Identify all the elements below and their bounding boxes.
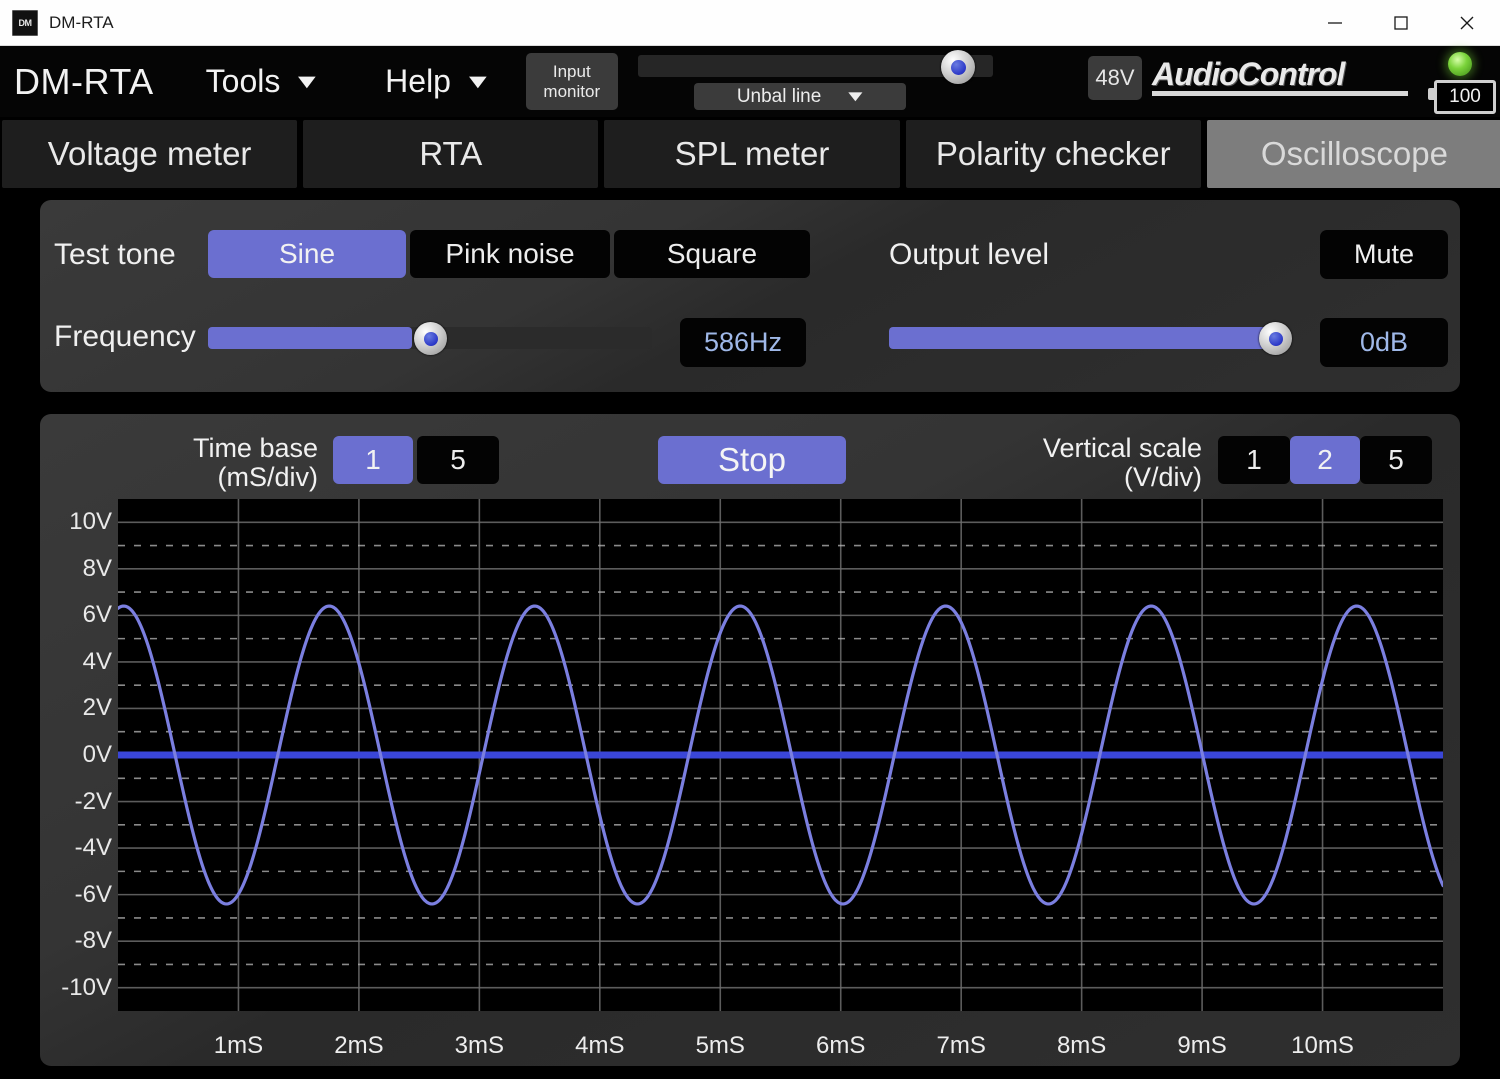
output-level-slider[interactable] <box>889 327 1285 349</box>
x-axis-tick: 6mS <box>816 1032 866 1059</box>
y-axis-tick: 0V <box>82 741 112 768</box>
status-led-icon <box>1448 52 1472 76</box>
y-axis-tick: 10V <box>69 508 112 536</box>
x-axis-tick: 7mS <box>936 1032 986 1059</box>
tab-rta[interactable]: RTA <box>303 120 599 188</box>
output-level-readout[interactable]: 0dB <box>1320 318 1448 367</box>
audiocontrol-logo: AudioControl <box>1152 58 1408 96</box>
output-level-label: Output level <box>889 238 1050 271</box>
frequency-slider-fill <box>208 327 412 349</box>
x-axis-tick: 1mS <box>213 1032 264 1059</box>
close-icon[interactable] <box>1434 0 1500 45</box>
menu-help-label: Help <box>385 63 451 99</box>
y-axis-tick: -8V <box>74 927 112 955</box>
test-tone-panel: Test tone Sine Pink noise Square Frequen… <box>40 200 1460 392</box>
app-brand: DM-RTA <box>14 60 154 102</box>
input-source-value: Unbal line <box>736 85 822 107</box>
y-axis-tick: -10V <box>61 973 112 1001</box>
y-axis-tick: -4V <box>74 834 112 862</box>
window-titlebar: DM DM-RTA <box>0 0 1500 46</box>
input-source-select[interactable]: Unbal line ▼ <box>694 83 906 110</box>
vertical-scale-label-line1: Vertical scale <box>1042 433 1202 463</box>
output-level-slider-fill <box>889 327 1285 349</box>
test-tone-label: Test tone <box>54 238 176 271</box>
x-axis-tick: 10mS <box>1291 1032 1354 1059</box>
menu-tools[interactable]: Tools ▼ <box>205 63 322 100</box>
chevron-down-icon: ▼ <box>292 70 323 93</box>
x-axis-tick: 4mS <box>575 1032 625 1059</box>
time-base-option-1[interactable]: 1 <box>333 436 413 484</box>
vertical-scale-label-line2: (V/div) <box>1123 462 1202 492</box>
tab-polarity-checker[interactable]: Polarity checker <box>905 120 1201 188</box>
x-axis-tick: 5mS <box>695 1032 745 1059</box>
x-axis-tick: 9mS <box>1177 1032 1227 1059</box>
input-gain-slider[interactable] <box>638 50 993 84</box>
tab-spl-meter[interactable]: SPL meter <box>604 120 900 188</box>
battery-level-value: 100 <box>1434 80 1496 114</box>
time-base-label-line2: (mS/div) <box>217 462 319 492</box>
output-level-slider-knob[interactable] <box>1259 322 1292 355</box>
time-base-label: Time base (mS/div) <box>178 434 318 492</box>
app-icon: DM <box>12 9 38 36</box>
run-stop-button[interactable]: Stop <box>658 436 846 484</box>
vertical-scale-label: Vertical scale (V/div) <box>1022 434 1202 492</box>
input-monitor-line2: monitor <box>543 81 601 101</box>
scope-x-axis: 1mS 2mS 3mS 4mS 5mS 6mS 7mS 8mS 9mS 10mS <box>118 1020 1443 1060</box>
window-controls <box>1302 0 1500 45</box>
input-monitor-line1: Input <box>552 61 591 81</box>
chevron-down-icon: ▼ <box>843 88 868 105</box>
y-axis-tick: 4V <box>82 647 112 675</box>
time-base-label-line1: Time base <box>192 433 318 463</box>
frequency-label: Frequency <box>54 320 196 353</box>
frequency-slider-knob[interactable] <box>414 322 447 355</box>
chevron-down-icon: ▼ <box>463 70 493 93</box>
test-tone-pink-noise-button[interactable]: Pink noise <box>410 230 610 278</box>
menu-help[interactable]: Help ▼ <box>385 63 493 100</box>
dm-rta-window: DM DM-RTA DM-RTA Tools ▼ Help ▼ Input mo… <box>0 0 1500 1079</box>
frequency-readout[interactable]: 586Hz <box>680 318 806 367</box>
x-axis-tick: 2mS <box>334 1032 384 1059</box>
x-axis-tick: 8mS <box>1056 1032 1107 1059</box>
x-axis-tick: 3mS <box>454 1032 505 1059</box>
input-gain-knob[interactable] <box>941 50 975 84</box>
time-base-option-5[interactable]: 5 <box>417 436 499 484</box>
mute-button[interactable]: Mute <box>1320 230 1448 279</box>
minimize-icon[interactable] <box>1302 0 1368 45</box>
window-title: DM-RTA <box>49 12 114 32</box>
tab-voltage-meter[interactable]: Voltage meter <box>2 120 298 188</box>
audiocontrol-logo-text: AudioControl <box>1152 56 1345 92</box>
tab-oscilloscope[interactable]: Oscilloscope <box>1206 120 1500 188</box>
test-tone-square-button[interactable]: Square <box>614 230 810 278</box>
vertical-scale-option-2[interactable]: 2 <box>1290 436 1360 484</box>
y-axis-tick: -2V <box>74 787 112 815</box>
maximize-icon[interactable] <box>1368 0 1434 45</box>
vertical-scale-option-5[interactable]: 5 <box>1360 436 1432 484</box>
y-axis-tick: 6V <box>82 601 112 629</box>
y-axis-tick: 8V <box>82 554 112 582</box>
input-gain-track <box>638 55 993 77</box>
scope-plot <box>116 499 1445 1011</box>
scope-waveform-svg <box>116 499 1445 1011</box>
phantom-power-button[interactable]: 48V <box>1088 56 1142 100</box>
input-monitor-button[interactable]: Input monitor <box>525 53 618 110</box>
y-axis-tick: 2V <box>82 694 112 722</box>
y-axis-tick: -6V <box>74 880 112 908</box>
scope-y-axis: 10V 8V 6V 4V 2V 0V -2V -4V -6V -8V -10V <box>50 499 112 1011</box>
menu-tools-label: Tools <box>205 63 281 99</box>
vertical-scale-option-1[interactable]: 1 <box>1218 436 1290 484</box>
main-tabs: Voltage meter RTA SPL meter Polarity che… <box>0 120 1500 188</box>
test-tone-sine-button[interactable]: Sine <box>208 230 406 278</box>
battery-indicator: 100 <box>1428 80 1496 114</box>
